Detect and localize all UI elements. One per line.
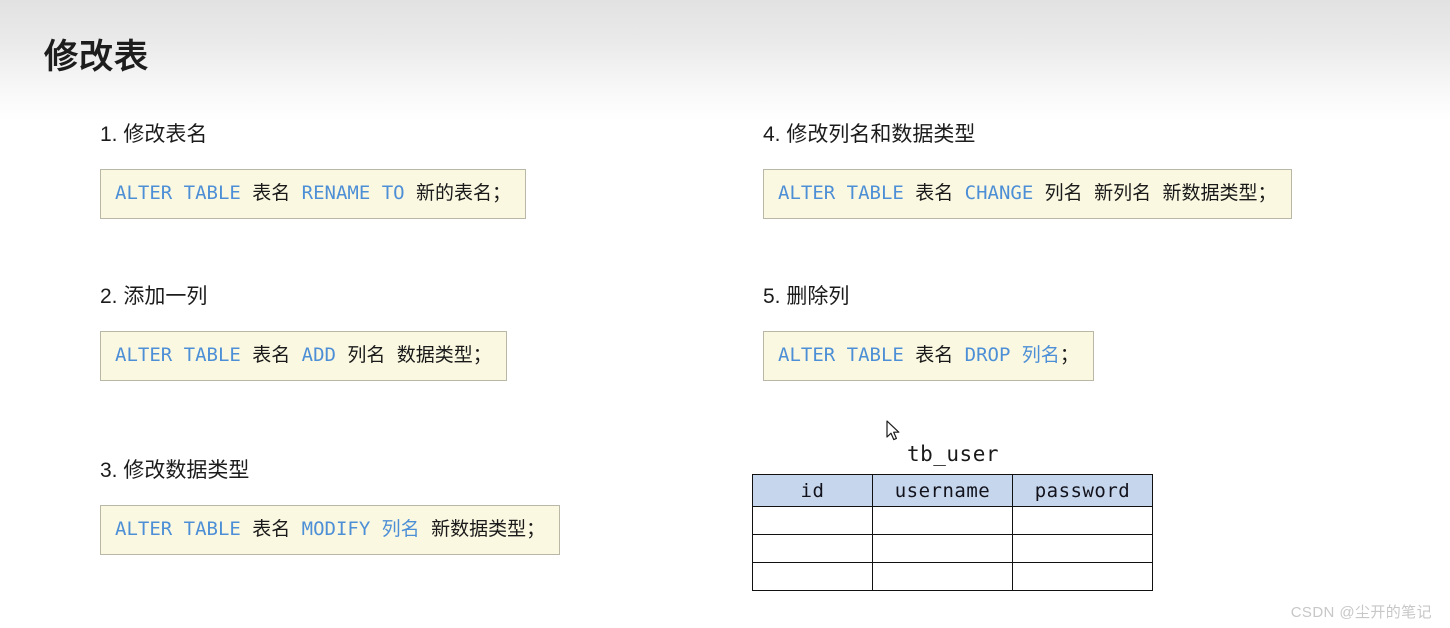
tb-user-table: id username password — [752, 474, 1153, 591]
sql-keyword: ADD — [301, 344, 336, 367]
sql-placeholder-highlight: 列名 — [381, 518, 420, 541]
sql-keyword: ALTER TABLE — [115, 182, 241, 205]
item-modify-table-name: 1. 修改表名 ALTER TABLE 表名 RENAME TO 新的表名； — [100, 122, 527, 219]
item-modify-datatype: 3. 修改数据类型 ALTER TABLE 表名 MODIFY 列名 新数据类型； — [100, 458, 561, 555]
sql-placeholder: 新的表名 — [415, 182, 492, 205]
table-cell — [1012, 506, 1153, 535]
sql-terminator: ； — [526, 518, 546, 541]
item-number: 5. — [763, 285, 781, 308]
table-row — [752, 562, 1153, 591]
item-number: 1. — [100, 123, 118, 146]
item-heading: 2. 添加一列 — [100, 284, 507, 309]
code-block-drop-column: ALTER TABLE 表名 DROP 列名； — [763, 331, 1094, 381]
column-header-username: username — [872, 474, 1013, 507]
item-heading-text: 修改数据类型 — [123, 459, 250, 482]
sql-terminator: ； — [1059, 344, 1079, 367]
sql-placeholder: 表名 — [252, 344, 291, 367]
sql-placeholder: 新数据类型 — [431, 518, 527, 541]
sql-placeholder: 列名 — [347, 344, 386, 367]
sql-keyword: RENAME TO — [301, 182, 405, 205]
item-heading-text: 修改表名 — [123, 123, 208, 146]
watermark: CSDN @尘开的笔记 — [1290, 604, 1432, 621]
sql-terminator: ； — [492, 182, 512, 205]
item-heading-text: 修改列名和数据类型 — [786, 123, 976, 146]
sql-keyword: DROP — [964, 344, 1011, 367]
code-block-change-column: ALTER TABLE 表名 CHANGE 列名 新列名 新数据类型； — [763, 169, 1292, 219]
sql-placeholder: 新数据类型 — [1162, 182, 1258, 205]
item-drop-column: 5. 删除列 ALTER TABLE 表名 DROP 列名； — [763, 284, 1094, 381]
code-block-add-column: ALTER TABLE 表名 ADD 列名 数据类型； — [100, 331, 507, 381]
slide-canvas: 修改表 1. 修改表名 ALTER TABLE 表名 RENAME TO 新的表名； … — [0, 0, 1450, 628]
table-cell — [1012, 562, 1153, 591]
table-cell — [872, 562, 1013, 591]
item-heading: 1. 修改表名 — [100, 122, 526, 147]
sql-placeholder: 表名 — [915, 344, 954, 367]
sql-terminator: ； — [1257, 182, 1277, 205]
table-caption: tb_user — [906, 442, 999, 466]
item-number: 4. — [763, 123, 781, 146]
table-cell — [752, 506, 873, 535]
sql-placeholder: 表名 — [915, 182, 954, 205]
item-heading-text: 删除列 — [786, 285, 850, 308]
sql-placeholder-highlight: 列名 — [1021, 344, 1060, 367]
page-title: 修改表 — [44, 38, 149, 76]
code-block-rename-table: ALTER TABLE 表名 RENAME TO 新的表名； — [100, 169, 527, 219]
sql-placeholder: 列名 — [1044, 182, 1083, 205]
table-diagram: tb_user id username password — [752, 442, 1154, 591]
sql-keyword: CHANGE — [964, 182, 1034, 205]
sql-placeholder: 表名 — [252, 182, 291, 205]
item-heading: 5. 删除列 — [763, 284, 1094, 309]
sql-keyword: ALTER TABLE — [778, 344, 904, 367]
column-header-password: password — [1012, 474, 1153, 507]
sql-keyword: ALTER TABLE — [115, 344, 241, 367]
table-row — [752, 506, 1153, 535]
item-heading: 4. 修改列名和数据类型 — [763, 122, 1292, 147]
item-change-column: 4. 修改列名和数据类型 ALTER TABLE 表名 CHANGE 列名 新列名 新数据… — [763, 122, 1292, 219]
sql-terminator: ； — [472, 344, 492, 367]
column-header-id: id — [752, 474, 873, 507]
table-row — [752, 534, 1153, 563]
item-number: 3. — [100, 459, 118, 482]
item-heading: 3. 修改数据类型 — [100, 458, 560, 483]
sql-placeholder: 新列名 — [1094, 182, 1152, 205]
item-number: 2. — [100, 285, 118, 308]
table-cell — [752, 534, 873, 563]
table-cell — [872, 506, 1013, 535]
code-block-modify-datatype: ALTER TABLE 表名 MODIFY 列名 新数据类型； — [100, 505, 561, 555]
sql-keyword: ALTER TABLE — [778, 182, 904, 205]
sql-placeholder: 表名 — [252, 518, 291, 541]
table-cell — [1012, 534, 1153, 563]
sql-placeholder: 数据类型 — [396, 344, 473, 367]
table-cell — [872, 534, 1013, 563]
table-header-row: id username password — [752, 474, 1153, 507]
table-cell — [752, 562, 873, 591]
item-add-column: 2. 添加一列 ALTER TABLE 表名 ADD 列名 数据类型； — [100, 284, 507, 381]
item-heading-text: 添加一列 — [123, 285, 208, 308]
sql-keyword: MODIFY — [301, 518, 371, 541]
sql-keyword: ALTER TABLE — [115, 518, 241, 541]
mouse-pointer-icon — [886, 420, 900, 441]
